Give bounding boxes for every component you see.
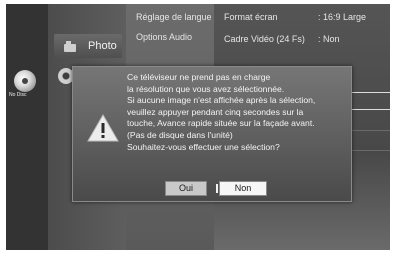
dialog-message: Ce téléviseur ne prend pas en charge la … — [127, 72, 345, 153]
message-line: Si aucune image n'est affichée après la … — [127, 95, 316, 106]
disc-status: No Disc — [9, 92, 27, 98]
message-line: Ce téléviseur ne prend pas en charge — [127, 72, 271, 82]
message-line: Souhaitez-vous effectuer une sélection? — [127, 141, 280, 152]
resolution-warning-dialog: Ce téléviseur ne prend pas en charge la … — [72, 66, 352, 202]
message-line: (Pas de disque dans l'unité) — [127, 129, 233, 140]
category-photo[interactable]: Photo — [54, 34, 122, 58]
camera-icon — [64, 41, 76, 52]
category-photo-label: Photo — [88, 40, 117, 52]
row-screen-format-label: Format écran — [224, 12, 278, 22]
left-rail: No Disc — [6, 4, 48, 250]
message-line: touche, Avance rapide située sur la faça… — [127, 118, 315, 129]
message-line: la résolution que vous avez sélectionnée… — [127, 83, 285, 94]
row-video-frame-label: Cadre Vidéo (24 Fs) — [224, 34, 305, 44]
message-line: veuillez appuyer pendant cinq secondes s… — [127, 106, 304, 117]
no-button[interactable]: Non — [216, 181, 267, 196]
yes-button[interactable]: Oui — [165, 181, 207, 196]
menu-item-language[interactable]: Réglage de langue — [136, 12, 212, 22]
disc-icon — [14, 70, 36, 92]
row-screen-format-value[interactable]: : 16:9 Large — [318, 12, 366, 22]
menu-item-audio-options[interactable]: Options Audio — [136, 32, 192, 42]
warning-icon — [87, 113, 119, 142]
tv-screen: No Disc Photo Réglage de langue Options … — [6, 4, 390, 250]
row-video-frame-value[interactable]: : Non — [318, 34, 340, 44]
